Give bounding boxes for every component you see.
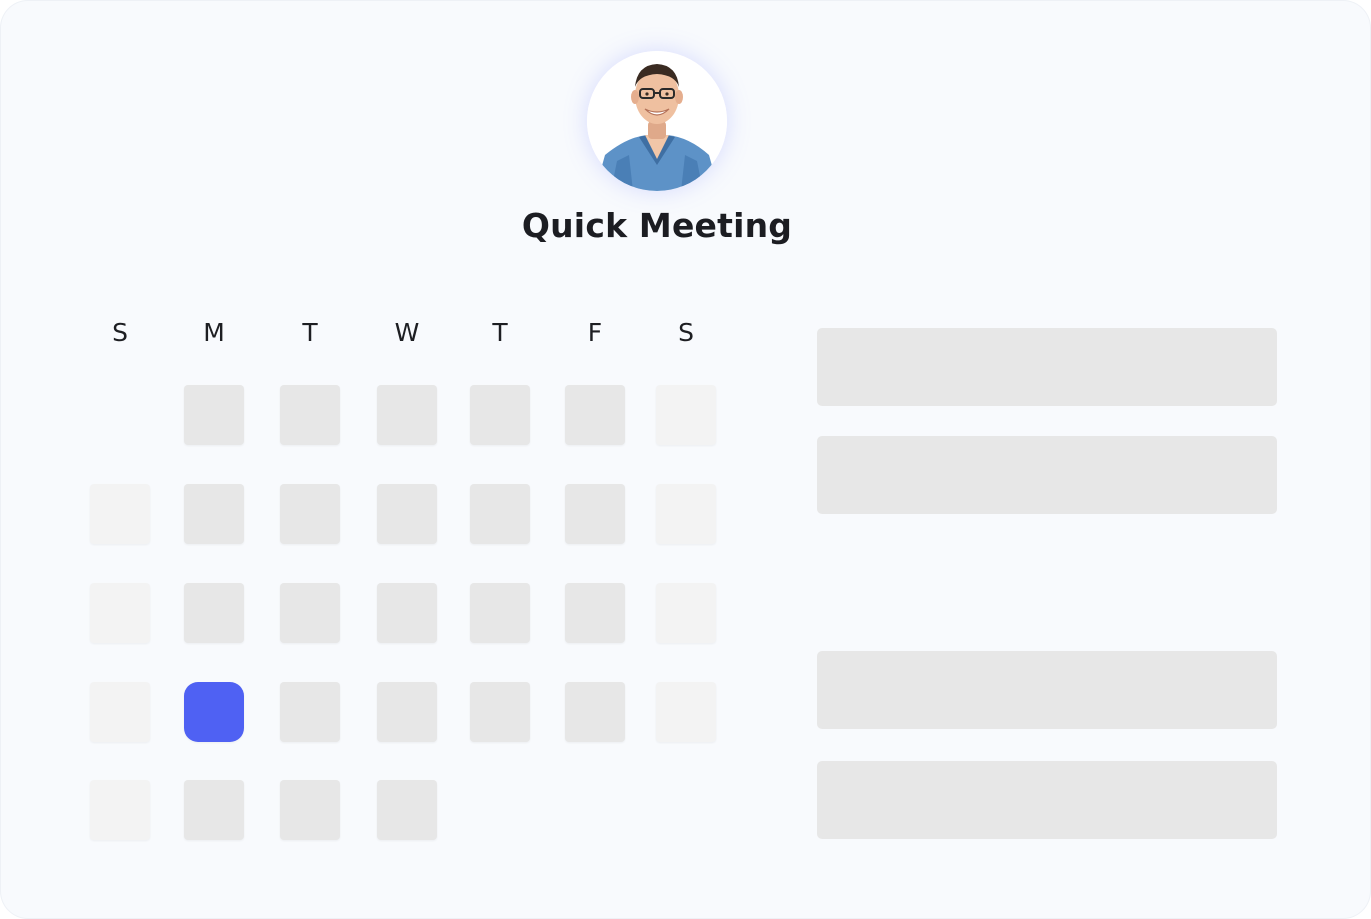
calendar-day[interactable]	[184, 385, 244, 445]
person-photo-icon	[587, 51, 727, 191]
calendar-day[interactable]	[280, 385, 340, 445]
calendar-day[interactable]	[184, 484, 244, 544]
calendar-day[interactable]	[470, 385, 530, 445]
weekday-sunday: S	[112, 318, 128, 347]
weekday-wednesday: W	[394, 318, 420, 347]
weekday-monday: M	[203, 318, 225, 347]
calendar-day[interactable]	[280, 780, 340, 840]
calendar-day	[90, 484, 150, 544]
calendar-day	[656, 583, 716, 643]
time-slot[interactable]	[817, 761, 1277, 839]
weekday-tuesday: T	[302, 318, 318, 347]
calendar-day-selected[interactable]	[184, 682, 244, 742]
meeting-title: Quick Meeting	[521, 206, 793, 245]
calendar-day[interactable]	[377, 484, 437, 544]
calendar-day[interactable]	[377, 583, 437, 643]
calendar-day	[90, 682, 150, 742]
calendar-day[interactable]	[565, 484, 625, 544]
booking-card: Quick Meeting S M T W T F S	[0, 0, 1371, 919]
calendar-day	[656, 484, 716, 544]
calendar-day[interactable]	[377, 780, 437, 840]
weekday-friday: F	[587, 318, 603, 347]
calendar-day[interactable]	[280, 484, 340, 544]
calendar-day	[90, 583, 150, 643]
calendar-day[interactable]	[565, 385, 625, 445]
time-slot[interactable]	[817, 651, 1277, 729]
calendar-day[interactable]	[565, 583, 625, 643]
calendar-day	[656, 682, 716, 742]
calendar-day	[656, 385, 716, 445]
time-slot[interactable]	[817, 436, 1277, 514]
calendar-day[interactable]	[280, 583, 340, 643]
calendar-day[interactable]	[377, 682, 437, 742]
host-avatar	[587, 51, 727, 191]
calendar-day[interactable]	[280, 682, 340, 742]
calendar-day[interactable]	[184, 780, 244, 840]
calendar-day[interactable]	[470, 484, 530, 544]
calendar-day[interactable]	[470, 682, 530, 742]
calendar-day	[90, 780, 150, 840]
calendar-day[interactable]	[470, 583, 530, 643]
calendar-day[interactable]	[184, 583, 244, 643]
calendar-day[interactable]	[565, 682, 625, 742]
weekday-saturday: S	[678, 318, 694, 347]
weekday-thursday: T	[492, 318, 508, 347]
calendar-day[interactable]	[377, 385, 437, 445]
time-slot[interactable]	[817, 328, 1277, 406]
